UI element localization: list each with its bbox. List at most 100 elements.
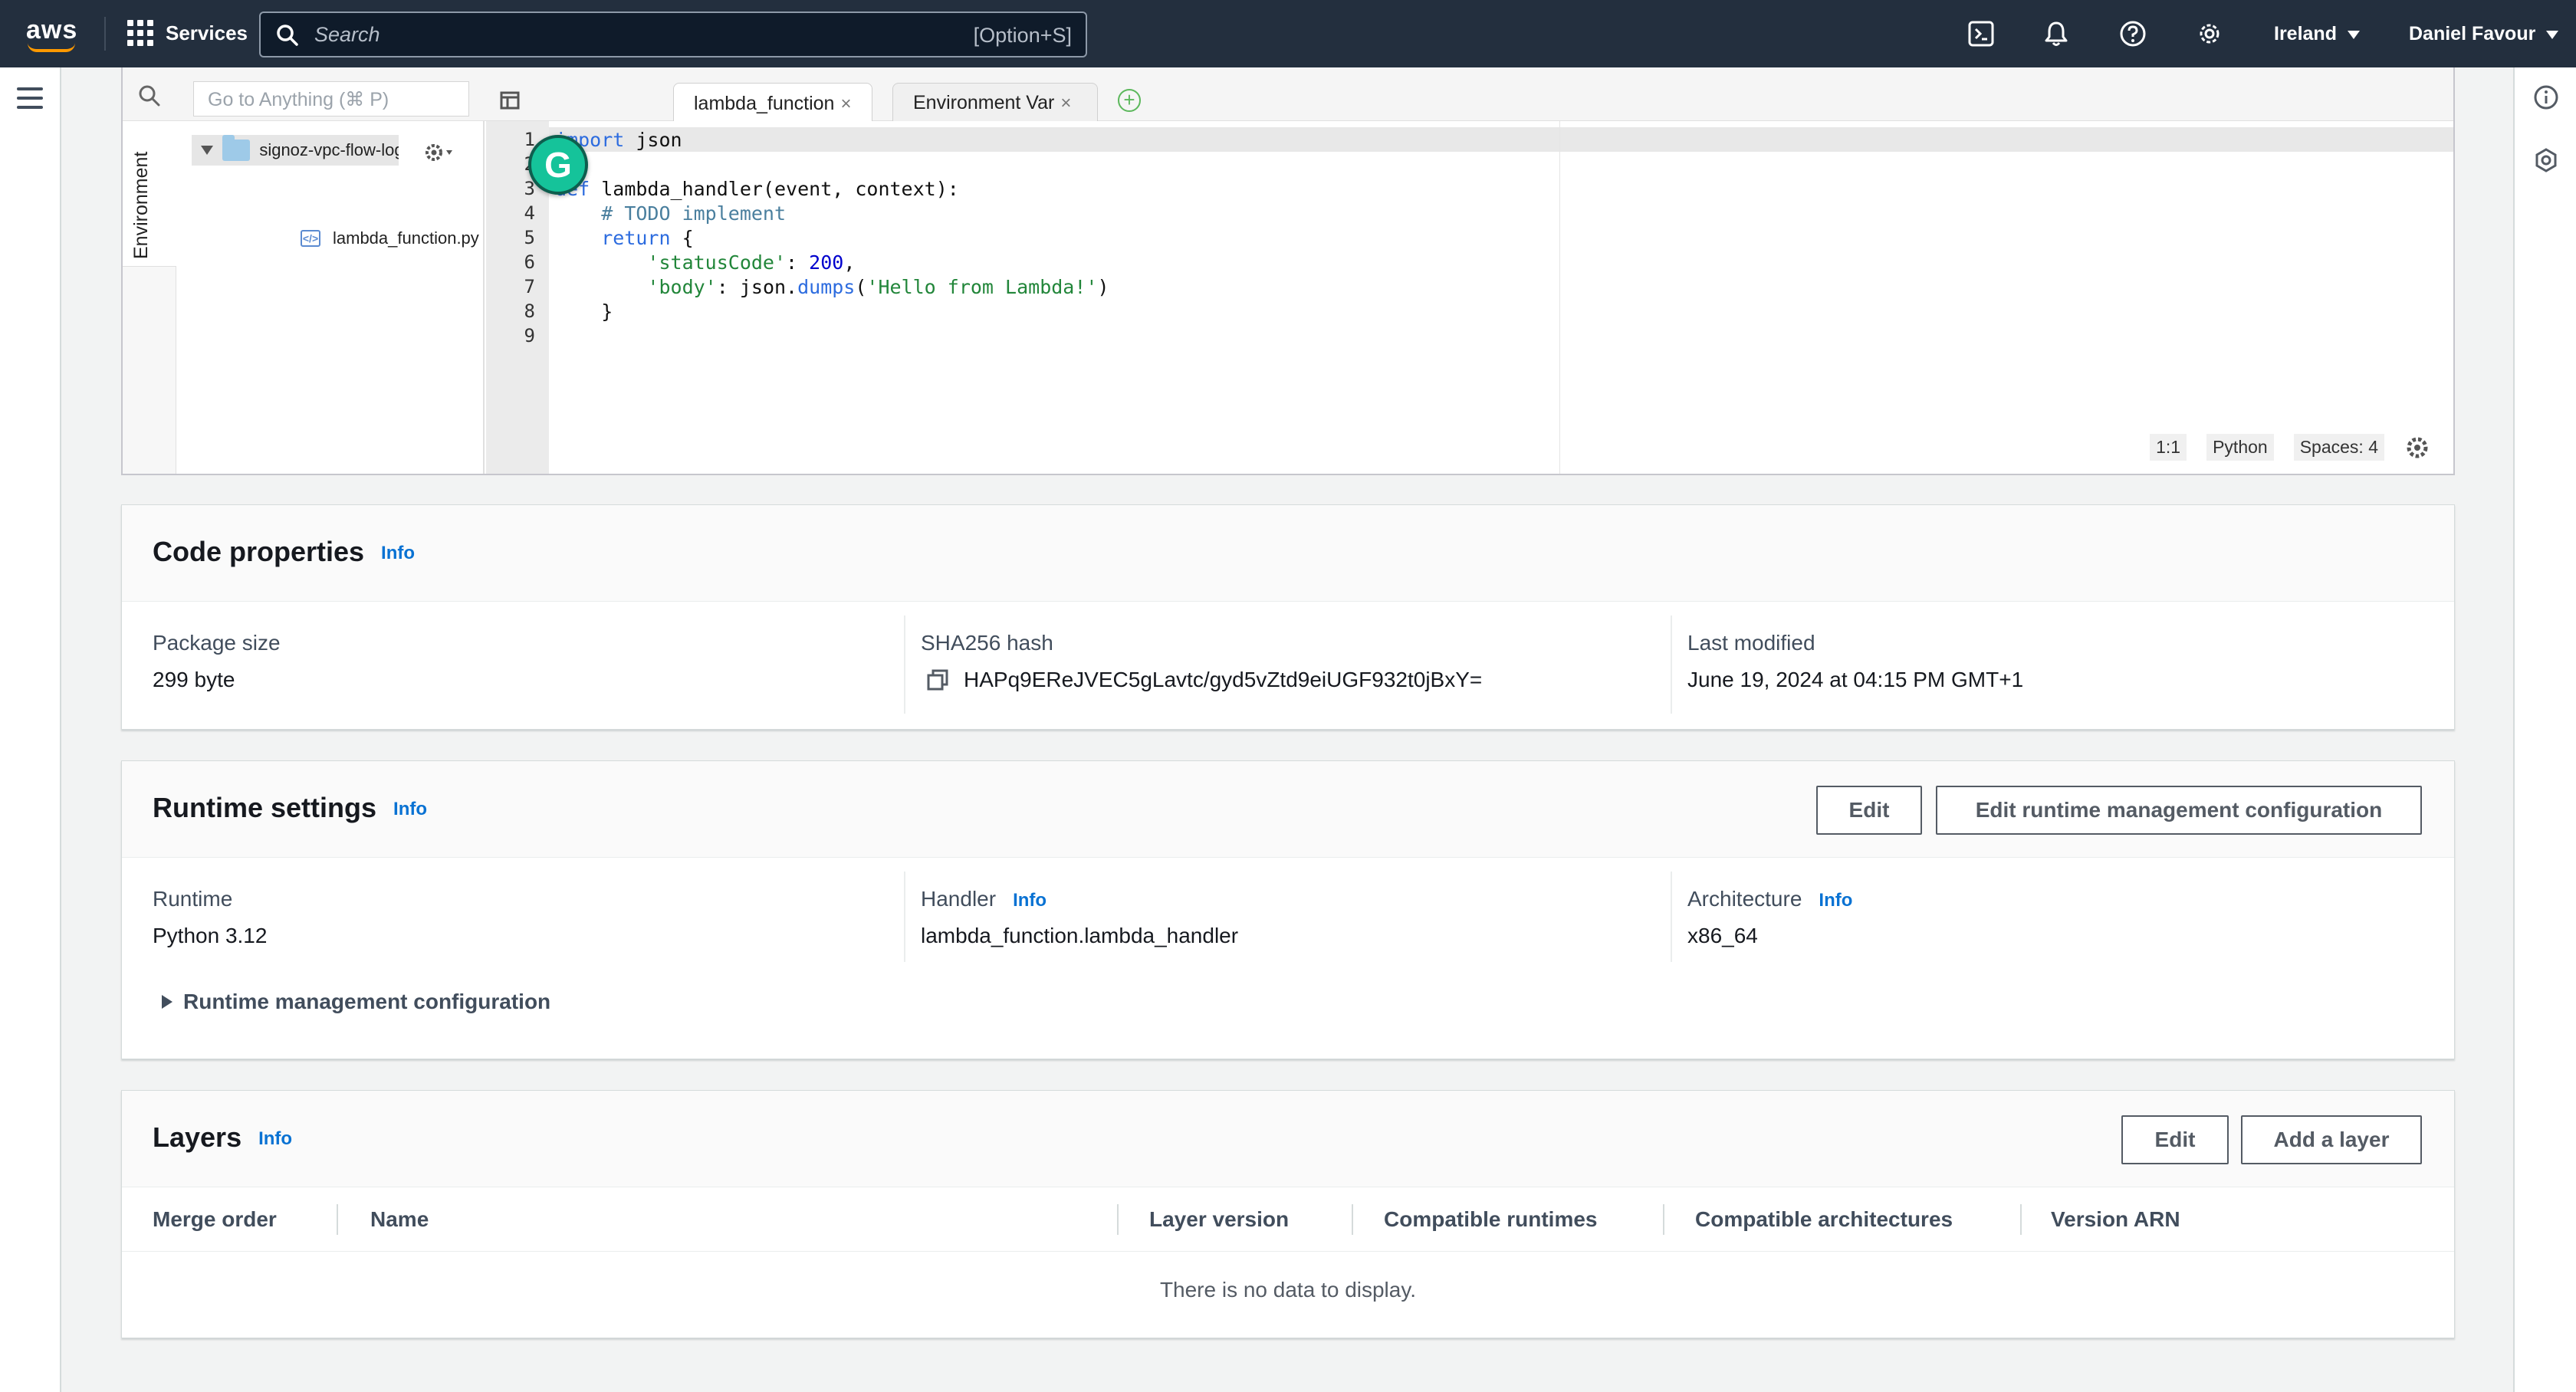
search-input[interactable] xyxy=(314,21,897,48)
line-number: 5 xyxy=(524,227,535,248)
column-header[interactable]: Compatible runtimes xyxy=(1384,1207,1597,1232)
runtime-settings-panel: Runtime settings Info Edit Edit runtime m… xyxy=(121,760,2455,1059)
panel-header: Runtime settings Info Edit Edit runtime m… xyxy=(122,761,2454,858)
info-link[interactable]: Info xyxy=(1819,890,1852,911)
folder-name: signoz-vpc-flow-logs xyxy=(259,140,399,159)
edit-layers-button[interactable]: Edit xyxy=(2121,1115,2229,1164)
info-link[interactable]: Info xyxy=(393,799,427,819)
tab-environment-variables[interactable]: Environment Var × xyxy=(892,83,1098,123)
column-header[interactable]: Compatible architectures xyxy=(1695,1207,1953,1232)
info-link[interactable]: Info xyxy=(381,543,415,563)
left-rail xyxy=(0,67,61,1392)
add-layer-button[interactable]: Add a layer xyxy=(2241,1115,2422,1164)
tab-list-icon[interactable] xyxy=(498,90,521,110)
language-mode[interactable]: Python xyxy=(2206,434,2274,461)
code-line: # TODO implement xyxy=(601,202,787,225)
right-rail xyxy=(2513,67,2576,1392)
column-divider xyxy=(904,872,905,962)
line-number: 9 xyxy=(524,325,535,346)
close-icon[interactable]: × xyxy=(1060,93,1071,114)
search-shortcut: [Option+S] xyxy=(973,24,1072,47)
search-box[interactable]: [Option+S] xyxy=(259,11,1087,57)
edit-runtime-management-button[interactable]: Edit runtime management configuration xyxy=(1936,786,2422,835)
runtime-management-expander[interactable]: Runtime management configuration xyxy=(162,990,550,1014)
column-divider xyxy=(1117,1204,1119,1235)
code-editor: Go to Anything (⌘ P) lambda_function × E… xyxy=(121,67,2455,475)
cursor-position[interactable]: 1:1 xyxy=(2150,434,2187,461)
info-circle-icon[interactable] xyxy=(2533,84,2559,110)
hamburger-menu-icon[interactable] xyxy=(17,87,43,109)
edit-button[interactable]: Edit xyxy=(1816,786,1922,835)
column-header[interactable]: Merge order xyxy=(153,1207,277,1232)
tab-label: lambda_function xyxy=(694,93,835,114)
add-tab-icon[interactable]: + xyxy=(1118,89,1141,112)
handler-value: lambda_function.lambda_handler xyxy=(921,924,1239,947)
architecture-label: Architecture Info xyxy=(1687,887,1853,911)
folder-icon xyxy=(222,135,251,161)
column-header[interactable]: Layer version xyxy=(1149,1207,1289,1232)
last-modified-value: June 19, 2024 at 04:15 PM GMT+1 xyxy=(1687,668,2024,691)
tab-lambda-function[interactable]: lambda_function × xyxy=(673,83,872,124)
code-line: return { xyxy=(601,227,694,249)
notifications-bell-icon[interactable] xyxy=(2042,20,2070,48)
region-selector[interactable]: Ireland xyxy=(2274,23,2360,45)
code-line: def lambda_handler(event, context): xyxy=(555,178,959,200)
search-icon xyxy=(277,25,298,46)
editor-status-bar: 1:1 Python Spaces: 4 xyxy=(2150,434,2430,461)
panel-header: Layers Info Edit Add a layer xyxy=(122,1091,2454,1187)
column-divider xyxy=(2020,1204,2022,1235)
code-line: 'body': json.dumps('Hello from Lambda!') xyxy=(647,276,1109,298)
file-name: lambda_function.py xyxy=(333,228,479,248)
line-number: 8 xyxy=(524,300,535,322)
line-number: 4 xyxy=(524,202,535,224)
user-name: Daniel Favour xyxy=(2409,23,2536,44)
settings-gear-icon[interactable] xyxy=(2196,20,2223,48)
column-header[interactable]: Version ARN xyxy=(2051,1207,2180,1232)
tree-settings-gear-icon[interactable] xyxy=(423,141,454,164)
region-label: Ireland xyxy=(2274,23,2337,44)
column-divider xyxy=(904,616,905,714)
caret-down-icon xyxy=(2546,30,2559,39)
services-label: Services xyxy=(166,21,248,44)
architecture-value: x86_64 xyxy=(1687,924,1758,947)
panel-title: Code properties Info xyxy=(153,536,416,567)
sha256-label: SHA256 hash xyxy=(921,631,1053,655)
environment-tab[interactable]: Environment xyxy=(123,121,176,267)
editor-settings-gear-icon[interactable] xyxy=(2404,435,2430,461)
code-line: } xyxy=(555,300,613,323)
help-icon[interactable] xyxy=(2119,20,2147,48)
feedback-icon[interactable] xyxy=(2533,147,2559,173)
panel-title: Layers Info xyxy=(153,1121,293,1153)
services-menu-button[interactable]: Services xyxy=(127,20,248,46)
caret-down-icon xyxy=(2347,30,2360,39)
line-number: 6 xyxy=(524,251,535,273)
search-icon[interactable] xyxy=(138,84,161,107)
caret-right-icon xyxy=(162,995,172,1009)
code-area[interactable]: 1 2 3 4 5 6 7 8 9 import json def lambda… xyxy=(486,121,2453,474)
aws-logo[interactable]: aws xyxy=(26,15,80,52)
column-divider xyxy=(1671,872,1672,962)
tree-file[interactable]: </> lambda_function.py xyxy=(301,228,479,248)
close-icon[interactable]: × xyxy=(840,94,851,115)
package-size-value: 299 byte xyxy=(153,668,235,691)
grammarly-widget-icon[interactable]: G xyxy=(528,135,588,195)
panel-title: Runtime settings Info xyxy=(153,792,428,823)
expand-triangle-icon[interactable] xyxy=(201,146,213,155)
print-margin xyxy=(1559,121,1560,474)
column-header[interactable]: Name xyxy=(370,1207,429,1232)
column-divider xyxy=(1663,1204,1664,1235)
info-link[interactable]: Info xyxy=(258,1128,292,1149)
column-divider xyxy=(1352,1204,1353,1235)
top-navigation: aws Services [Option+S] Ireland Daniel F… xyxy=(0,0,2576,67)
line-number: 7 xyxy=(524,276,535,297)
cloudshell-icon[interactable] xyxy=(1967,20,1995,48)
nav-divider xyxy=(104,17,106,51)
info-link[interactable]: Info xyxy=(1013,890,1046,911)
tree-folder[interactable]: signoz-vpc-flow-logs xyxy=(192,135,399,166)
python-file-icon: </> xyxy=(301,230,320,247)
editor-toolbar: Go to Anything (⌘ P) lambda_function × E… xyxy=(123,67,2453,124)
account-menu[interactable]: Daniel Favour xyxy=(2409,23,2559,45)
go-to-anything-input[interactable]: Go to Anything (⌘ P) xyxy=(193,81,469,117)
indent-spaces[interactable]: Spaces: 4 xyxy=(2293,434,2384,461)
copy-icon[interactable] xyxy=(927,669,948,691)
